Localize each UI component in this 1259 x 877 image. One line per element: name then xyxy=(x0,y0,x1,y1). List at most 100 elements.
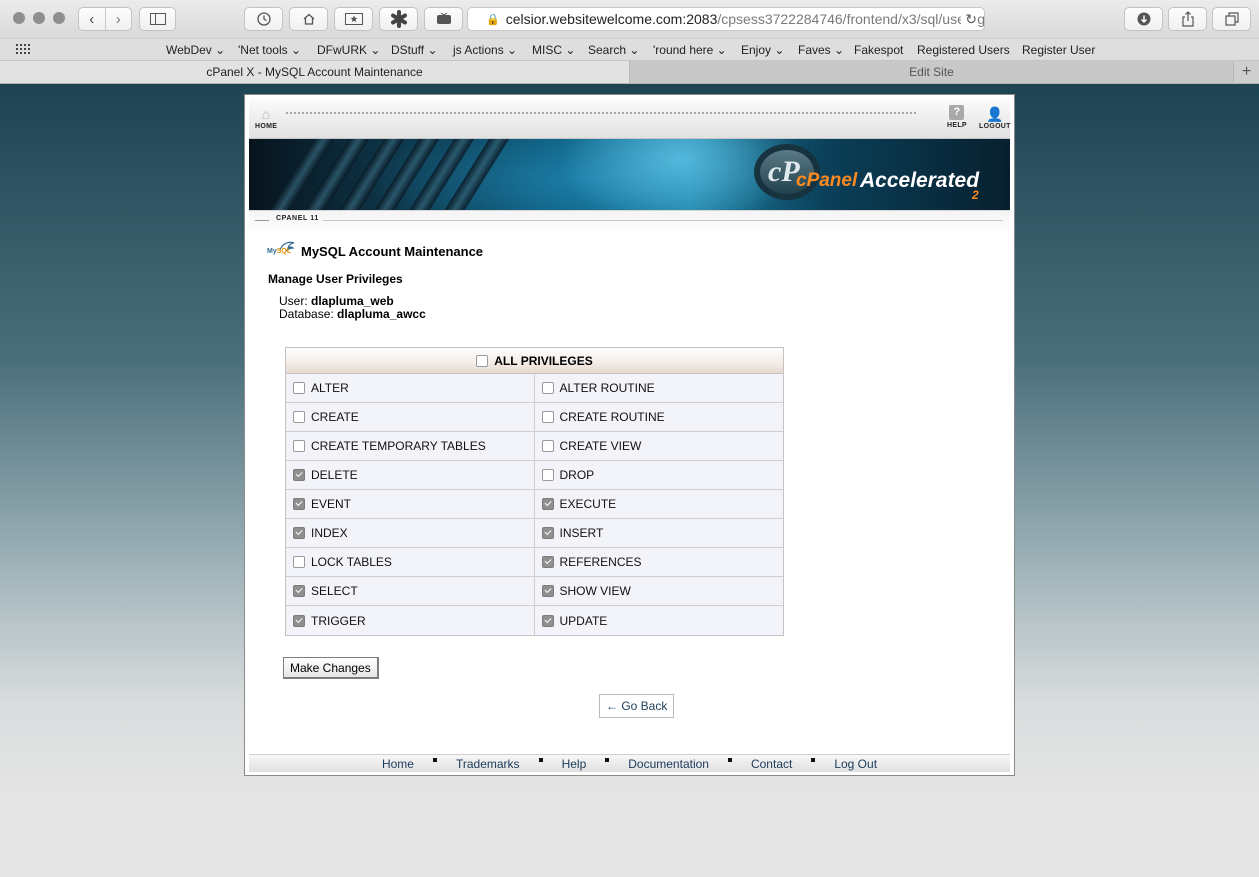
privilege-label: CREATE ROUTINE xyxy=(559,410,665,424)
bookmark-fakespot[interactable]: Fakespot xyxy=(854,43,903,57)
privilege-update-checkbox[interactable] xyxy=(541,614,554,627)
privilege-show-view[interactable]: SHOW VIEW xyxy=(535,577,784,605)
privilege-select-checkbox[interactable] xyxy=(293,585,305,597)
privileges-table: ALL PRIVILEGES ALTER ALTER ROUTINE CREATE C… xyxy=(285,347,784,636)
cpanel-logout-link[interactable]: 👤 LOGOUT xyxy=(979,107,1011,130)
privilege-trigger-checkbox[interactable] xyxy=(293,614,305,627)
privilege-create[interactable]: CREATE xyxy=(286,403,535,431)
bookmark-star-button[interactable] xyxy=(334,7,373,31)
bookmark-folder-webdev[interactable]: WebDev ⌄ xyxy=(166,43,225,57)
privilege-insert-checkbox[interactable] xyxy=(541,527,554,539)
mysql-logo-text: MySQL xyxy=(267,248,292,255)
make-changes-button[interactable]: Make Changes xyxy=(283,657,379,679)
bookmark-register-user[interactable]: Register User xyxy=(1022,43,1095,57)
bookmark-folder-search[interactable]: Search ⌄ xyxy=(588,43,639,57)
cpanel-help-link[interactable]: ? HELP xyxy=(947,105,967,129)
address-bar[interactable]: 🔒 celsior.websitewelcome.com:2083/cpsess… xyxy=(467,7,985,31)
forward-button[interactable]: › xyxy=(106,8,132,30)
footer-link-trademarks[interactable]: Trademarks xyxy=(456,757,520,771)
bookmark-folder-round-here[interactable]: 'round here ⌄ xyxy=(653,43,727,57)
bookmarks-bar: WebDev ⌄ 'Net tools ⌄ DFwURK ⌄ DStuff ⌄ … xyxy=(0,38,1259,61)
bookmark-registered-users[interactable]: Registered Users xyxy=(917,43,1010,57)
extension-2-button[interactable] xyxy=(424,7,463,31)
privilege-execute-checkbox[interactable] xyxy=(541,498,554,510)
footer-link-help[interactable]: Help xyxy=(562,757,587,771)
privilege-drop[interactable]: DROP xyxy=(535,461,784,489)
privilege-insert[interactable]: INSERT xyxy=(535,519,784,547)
home-icon xyxy=(303,13,314,25)
privilege-create-view[interactable]: CREATE VIEW xyxy=(535,432,784,460)
privilege-delete-checkbox[interactable] xyxy=(293,469,305,481)
privilege-event[interactable]: EVENT xyxy=(286,490,535,518)
privilege-alter-routine[interactable]: ALTER ROUTINE xyxy=(535,374,784,402)
privilege-alter[interactable]: ALTER xyxy=(286,374,535,402)
privilege-row: LOCK TABLES REFERENCES xyxy=(286,548,783,577)
new-tab-icon[interactable]: + xyxy=(1234,61,1259,83)
history-button[interactable] xyxy=(244,7,283,31)
privilege-alter-routine-checkbox[interactable] xyxy=(541,382,554,394)
privilege-event-checkbox[interactable] xyxy=(293,498,305,510)
privilege-create-view-checkbox[interactable] xyxy=(541,440,554,452)
privilege-alter-checkbox[interactable] xyxy=(293,382,305,394)
privilege-index[interactable]: INDEX xyxy=(286,519,535,547)
cpanel-window: ⌂ HOME ? HELP 👤 LOGOUT cP cPanel Acceler… xyxy=(244,94,1015,776)
privilege-create-checkbox[interactable] xyxy=(293,411,305,423)
zoom-window-button[interactable] xyxy=(53,12,65,24)
home-button[interactable] xyxy=(289,7,328,31)
sidebar-button[interactable] xyxy=(139,7,176,31)
privilege-create-routine[interactable]: CREATE ROUTINE xyxy=(535,403,784,431)
privilege-create-routine-checkbox[interactable] xyxy=(541,411,554,423)
footer-link-documentation[interactable]: Documentation xyxy=(628,757,709,771)
privilege-delete[interactable]: DELETE xyxy=(286,461,535,489)
extension-button[interactable] xyxy=(379,7,418,31)
tab-mysql-account-maintenance[interactable]: cPanel X - MySQL Account Maintenance xyxy=(0,61,630,83)
privilege-drop-checkbox[interactable] xyxy=(541,469,554,481)
privilege-references-checkbox[interactable] xyxy=(541,556,554,568)
go-back-button[interactable]: ← Go Back xyxy=(599,694,675,718)
section-title: Manage User Privileges xyxy=(268,272,403,286)
privilege-update[interactable]: UPDATE xyxy=(535,606,784,635)
cpanel-home-link[interactable]: ⌂ HOME xyxy=(255,107,277,130)
bookmark-folder-dfwurk[interactable]: DFwURK ⌄ xyxy=(317,43,380,57)
tab-edit-site[interactable]: Edit Site xyxy=(630,61,1234,83)
privilege-row: CREATE CREATE ROUTINE xyxy=(286,403,783,432)
bookmark-folder-js-actions[interactable]: js Actions ⌄ xyxy=(453,43,517,57)
privilege-create-temporary-tables-checkbox[interactable] xyxy=(293,440,305,452)
privilege-trigger[interactable]: TRIGGER xyxy=(286,606,535,635)
privilege-index-checkbox[interactable] xyxy=(293,527,305,539)
reload-icon[interactable]: ↻ xyxy=(961,11,977,28)
url-path: /cpsess3722284746/frontend/x3/sql/userri… xyxy=(717,11,985,27)
privilege-references[interactable]: REFERENCES xyxy=(535,548,784,576)
share-button[interactable] xyxy=(1168,7,1207,31)
bookmark-folder-net-tools[interactable]: 'Net tools ⌄ xyxy=(238,43,301,57)
close-window-button[interactable] xyxy=(13,12,25,24)
privilege-create-temporary-tables[interactable]: CREATE TEMPORARY TABLES xyxy=(286,432,535,460)
privilege-select[interactable]: SELECT xyxy=(286,577,535,605)
minimize-window-button[interactable] xyxy=(33,12,45,24)
footer-link-logout[interactable]: Log Out xyxy=(834,757,877,771)
history-nav: ‹ › xyxy=(78,7,132,31)
footer-link-home[interactable]: Home xyxy=(382,757,414,771)
privilege-row: ALTER ALTER ROUTINE xyxy=(286,374,783,403)
grid-icon[interactable] xyxy=(16,44,30,54)
privilege-lock-tables[interactable]: LOCK TABLES xyxy=(286,548,535,576)
bookmark-folder-faves[interactable]: Faves ⌄ xyxy=(798,43,844,57)
privilege-show-view-checkbox[interactable] xyxy=(541,585,554,597)
all-privileges-row[interactable]: ALL PRIVILEGES xyxy=(286,348,783,374)
bookmark-folder-misc[interactable]: MISC ⌄ xyxy=(532,43,575,57)
downloads-button[interactable] xyxy=(1124,7,1163,31)
bookmark-folder-dstuff[interactable]: DStuff ⌄ xyxy=(391,43,438,57)
bookmark-folder-enjoy[interactable]: Enjoy ⌄ xyxy=(741,43,784,57)
cpanel-logo-brand: cPanel xyxy=(796,170,858,191)
privilege-execute[interactable]: EXECUTE xyxy=(535,490,784,518)
cpanel-logo-version: 2 xyxy=(972,188,979,202)
all-privileges-checkbox[interactable] xyxy=(476,354,489,367)
privilege-label: EVENT xyxy=(311,497,352,511)
footer-link-contact[interactable]: Contact xyxy=(751,757,792,771)
privilege-lock-tables-checkbox[interactable] xyxy=(293,556,305,568)
privilege-label: REFERENCES xyxy=(559,555,642,569)
cpanel-logo-tagline: Accelerated xyxy=(860,169,980,192)
back-button[interactable]: ‹ xyxy=(79,8,106,30)
tabs-overview-button[interactable] xyxy=(1212,7,1251,31)
privilege-label: CREATE TEMPORARY TABLES xyxy=(311,439,486,453)
